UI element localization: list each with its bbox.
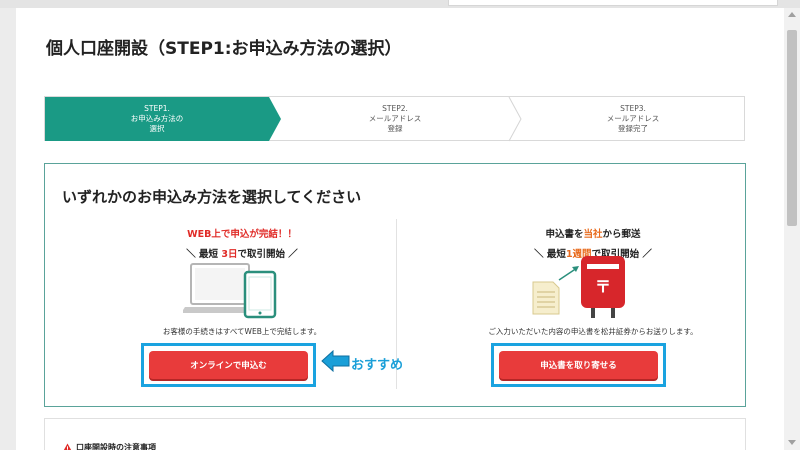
online-tagline: WEB上で申込が完結！！	[92, 226, 392, 240]
step-1-label-line1: お申込み方法の	[130, 113, 184, 123]
scroll-down-arrow-icon[interactable]	[788, 440, 796, 445]
step-2-label-line1: メールアドレス	[368, 113, 422, 123]
panel-heading: いずれかのお申込み方法を選択してください	[62, 188, 362, 206]
scroll-thumb[interactable]	[787, 30, 797, 226]
online-speed: ＼ 最短 3日で取引開始 ／	[92, 246, 392, 260]
svg-text:〒: 〒	[595, 277, 611, 296]
online-speed-highlight: 3日	[221, 249, 238, 260]
browser-top-strip	[0, 0, 800, 8]
step2-separator	[508, 97, 522, 142]
application-method-panel: いずれかのお申込み方法を選択してください WEB上で申込が完結！！ ＼ 最短 3…	[44, 163, 746, 407]
step-2-label-line2: 登録	[387, 123, 403, 133]
step-2: STEP2. メールアドレス 登録	[281, 97, 509, 140]
mail-tagline: 申込書を当社から郵送	[443, 226, 743, 240]
recommend-label: おすすめ	[351, 358, 404, 373]
browser-address-bar[interactable]	[448, 0, 778, 6]
step-3-label-line2: 登録完了	[618, 123, 648, 133]
vertical-scrollbar[interactable]	[784, 8, 800, 450]
left-arrow-icon	[321, 350, 350, 372]
online-speed-open: ＼ 最短	[186, 249, 222, 260]
online-tag-highlight: 申込が完結！！	[230, 229, 297, 240]
step-3: STEP3. メールアドレス 登録完了	[521, 97, 745, 140]
mail-description: ご入力いただいた内容の申込書を松井証券からお送りします。	[488, 327, 698, 336]
mail-tag-suffix: から郵送	[602, 229, 641, 240]
step-1-number: STEP1.	[144, 103, 170, 113]
online-button-highlight-frame: オンラインで申込む	[141, 343, 316, 387]
notice-section: 口座開設時の注意事項	[44, 418, 746, 450]
step-2-number: STEP2.	[382, 103, 408, 113]
online-option-text: WEB上で申込が完結！！ ＼ 最短 3日で取引開始 ／	[92, 226, 392, 260]
page-content: 個人口座開設（STEP1:お申込み方法の選択） STEP1. お申込み方法の 選…	[16, 8, 784, 450]
apply-online-button[interactable]: オンラインで申込む	[149, 351, 308, 379]
mail-tag-prefix: 申込書を	[545, 229, 584, 240]
mail-tag-highlight: 当社	[583, 229, 603, 240]
warning-triangle-icon	[63, 443, 72, 450]
step-progress-bar: STEP1. お申込み方法の 選択 STEP2. メールアドレス 登録 STEP…	[44, 96, 745, 142]
step-3-number: STEP3.	[620, 103, 646, 113]
mail-button-highlight-frame: 申込書を取り寄せる	[491, 343, 666, 387]
notice-header: 口座開設時の注意事項	[62, 442, 156, 450]
postbox-and-document-icon: 〒	[532, 256, 625, 318]
online-speed-close: で取引開始 ／	[237, 249, 298, 260]
online-tag-prefix: WEB上で	[187, 229, 231, 240]
page-title: 個人口座開設（STEP1:お申込み方法の選択）	[46, 39, 402, 59]
step-1: STEP1. お申込み方法の 選択	[45, 97, 269, 140]
step-3-label-line1: メールアドレス	[606, 113, 660, 123]
scroll-up-arrow-icon[interactable]	[788, 12, 796, 17]
step-1-label-line2: 選択	[149, 123, 165, 133]
notice-title: 口座開設時の注意事項	[76, 443, 156, 450]
online-description: お客様の手続きはすべてWEB上で完結します。	[162, 327, 322, 336]
laptop-and-tablet-icon	[183, 263, 277, 319]
request-application-form-button[interactable]: 申込書を取り寄せる	[499, 351, 658, 379]
